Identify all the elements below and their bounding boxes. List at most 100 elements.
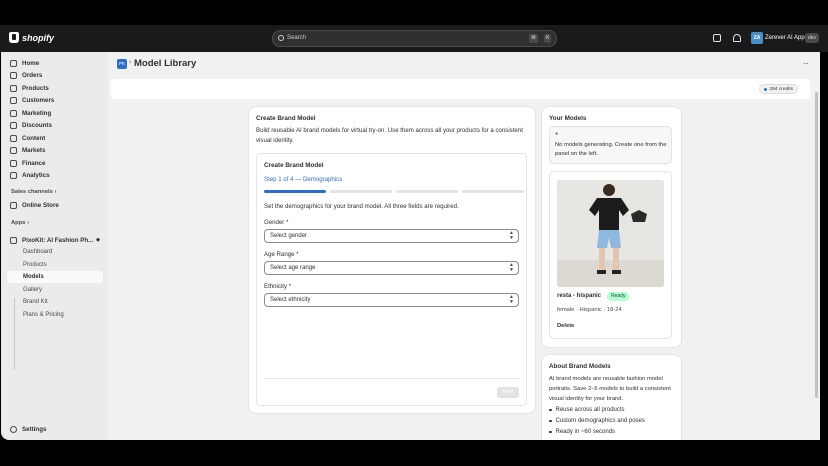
step-segment-3 [396,190,458,193]
sidebar-item-label: Orders [22,72,43,79]
sidebar-item-online-store[interactable]: Online Store [7,199,103,211]
sidebar-item-analytics[interactable]: Analytics [7,170,103,182]
sidebar-item-discounts[interactable]: Discounts [7,120,103,132]
page-header: PK › Model Library ··· [108,52,820,78]
shopify-bag-icon [9,32,19,43]
shortcut-key: K [544,34,552,43]
sidebar-item-settings[interactable]: Settings [7,423,103,435]
form-title: Create Brand Model [264,162,324,169]
sidebar-item-label: Home [22,59,40,67]
notice-dot-icon: ● [555,131,559,137]
ethnicity-select[interactable]: Select ethnicity ▲ ▼ [264,293,519,307]
pin-icon[interactable]: ◆ [96,237,100,243]
store-icon[interactable] [713,34,721,42]
create-brand-model-card: Create Brand Model Build reusable AI bra… [249,107,535,413]
form-divider [264,378,519,379]
ethnicity-label: Ethnicity * [264,283,292,290]
sidebar-item-label: Content [22,134,46,142]
step-segment-1 [264,190,326,193]
sidebar-subitem-products[interactable]: Products [23,262,47,268]
status-badge: Ready [607,292,630,301]
discount-icon [10,122,17,129]
gender-select[interactable]: Select gender ▲ ▼ [264,229,519,243]
sales-channels-heading[interactable]: Sales channels › [11,189,56,195]
step-segment-2 [330,190,392,193]
sidebar-item-label: Marketing [22,109,52,117]
about-title: About Brand Models [549,363,611,370]
credits-dot-icon [763,88,767,91]
sidebar-item-label: Settings [22,425,47,433]
select-caret-icon: ▲ ▼ [509,294,514,305]
sidebar-item-label: Customers [22,97,55,104]
ethnicity-value: Select ethnicity [270,297,311,303]
page-title: Model Library [134,58,197,69]
model-details: female · Hispanic · 18-24 [557,307,622,313]
app-name[interactable]: Zerever AI App [765,35,805,41]
apps-heading[interactable]: Apps › [11,220,29,226]
age-range-select[interactable]: Select age range ▲ ▼ [264,261,519,275]
sidebar-item-label: Discounts [22,122,52,129]
about-bullet-text: Ready in ~60 seconds [555,429,616,435]
sidebar-item-marketing[interactable]: Marketing [7,107,103,119]
sidebar-item-label: Analytics [22,172,50,179]
age-range-value: Select age range [270,265,316,271]
about-bullet: Custom demographics and poses [549,418,645,424]
gear-icon [10,425,17,433]
about-description: AI brand models are reusable fashion mod… [549,376,671,402]
notice-text: No models generating. Create one from th… [555,142,667,157]
model-card[interactable]: resta - hispanic Ready female · Hispanic… [549,171,672,339]
sidebar-item-label: Products [22,84,49,92]
step-segment-4 [462,190,524,193]
about-bullet-text: Reuse across all products [555,407,625,413]
app-icon [10,236,17,244]
sidebar-app-pixokit[interactable]: PixoKit: AI Fashion Ph... ◆ [7,234,103,246]
sales-channels-label: Sales channels [11,189,53,195]
sidebar-item-markets[interactable]: Markets [7,145,103,157]
sidebar-item-content[interactable]: Content [7,132,103,144]
sidebar-item-orders[interactable]: Orders [7,70,103,82]
select-caret-icon: ▲ ▼ [509,230,514,241]
delete-button[interactable]: Delete [557,323,574,329]
sidebar-subitem-plans-pricing[interactable]: Plans & Pricing [23,312,64,318]
sidebar-item-finance[interactable]: Finance [7,157,103,169]
model-photo [557,180,664,287]
age-range-label: Age Range * [264,251,299,258]
more-actions-icon[interactable]: ··· [803,59,809,68]
search-icon [278,35,284,41]
app-avatar[interactable]: ZA [751,32,763,44]
model-portrait-image [557,180,664,287]
sidebar: Home Orders Products Customers Marketing… [1,52,108,440]
sidebar-subitem-brand-kit[interactable]: Brand Kit [23,299,48,305]
shopify-logo[interactable]: shopify [9,32,54,43]
breadcrumb-separator: › [129,59,132,66]
about-bullet: Reuse across all products [549,407,625,413]
sidebar-item-home[interactable]: Home [7,57,103,69]
bank-icon [10,159,17,167]
sidebar-item-customers[interactable]: Customers [7,95,103,107]
tree-line [14,298,15,370]
generation-notice: ● No models generating. Create one from … [549,126,672,164]
sidebar-item-label: Online Store [22,201,59,209]
scroll-thumb[interactable] [815,92,818,398]
app-badge[interactable]: PK [117,59,127,69]
search-placeholder: Search [287,35,307,41]
sidebar-item-label: Markets [22,147,46,154]
person-icon [10,97,17,104]
search-input[interactable]: Search ⌘ K [272,30,557,47]
main-area: PK › Model Library ··· 284 credits Creat… [108,52,820,440]
brand-name: shopify [22,32,55,43]
sidebar-item-label: Finance [22,159,46,167]
orders-icon [10,72,17,79]
env-badge: dev [805,33,820,43]
create-card-description: Build reusable AI brand models for virtu… [256,127,523,144]
credits-label: 284 credits [769,87,793,92]
next-button[interactable]: Next [497,387,519,398]
sidebar-subitem-dashboard[interactable]: Dashboard [23,249,52,255]
bell-icon[interactable] [733,34,741,42]
sidebar-subitem-gallery[interactable]: Gallery [23,287,42,293]
scrollbar[interactable] [814,82,819,438]
credits-badge[interactable]: 284 credits [758,84,798,94]
step-progress [264,190,524,193]
sidebar-item-products[interactable]: Products [7,82,103,94]
sidebar-subitem-models[interactable]: Models [7,271,103,283]
